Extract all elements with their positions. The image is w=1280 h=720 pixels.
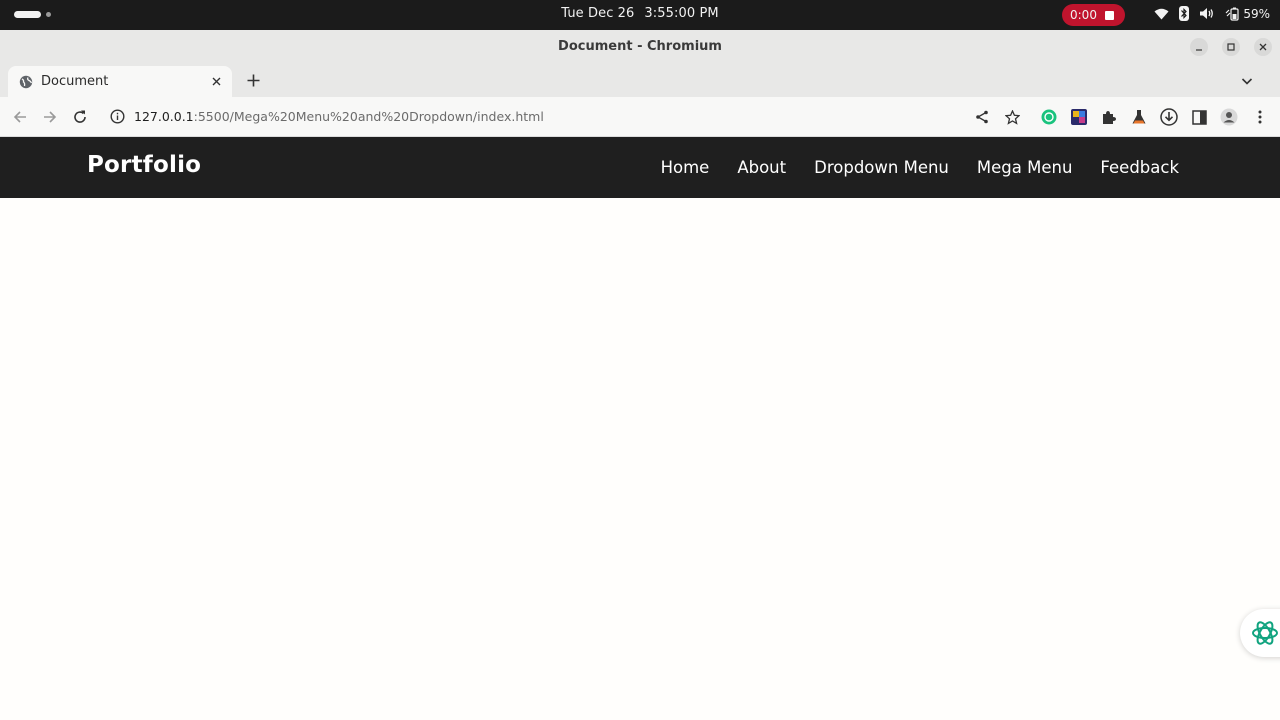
stop-recording-icon <box>1104 10 1114 20</box>
star-icon <box>1004 109 1020 125</box>
tab-title: Document <box>41 74 109 89</box>
floating-assistant-button[interactable] <box>1240 609 1280 657</box>
forward-button[interactable] <box>40 107 60 127</box>
browser-menu-button[interactable] <box>1250 107 1270 127</box>
color-extension-icon <box>1071 109 1087 125</box>
share-icon <box>976 110 988 124</box>
bookmark-button[interactable] <box>1002 107 1022 127</box>
battery-percentage: 59% <box>1243 6 1270 21</box>
side-panel-icon <box>1191 109 1207 125</box>
extension-colorful-button[interactable] <box>1069 107 1089 127</box>
window-title-bar[interactable]: Document - Chromium <box>0 30 1280 64</box>
profile-button[interactable] <box>1219 107 1239 127</box>
downloads-button[interactable] <box>1159 107 1179 127</box>
minimize-button[interactable] <box>1190 38 1208 56</box>
tab-document[interactable]: Document <box>8 66 232 97</box>
arrow-right-icon <box>44 111 57 123</box>
window-title: Document - Chromium <box>558 39 722 54</box>
extensions-button[interactable] <box>1099 107 1119 127</box>
site-logo-link[interactable]: Portfolio <box>87 152 201 178</box>
plus-icon <box>247 74 259 86</box>
system-top-bar: Tue Dec 26 3:55:00 PM 0:00 59% <box>0 0 1280 30</box>
extension-chatgpt-button[interactable] <box>1039 107 1059 127</box>
address-bar[interactable]: 127.0.0.1:5500/Mega%20Menu%20and%20Dropd… <box>100 102 1030 132</box>
url-text[interactable]: 127.0.0.1:5500/Mega%20Menu%20and%20Dropd… <box>134 109 544 124</box>
new-tab-button[interactable] <box>243 70 263 90</box>
avatar-icon <box>1220 108 1238 126</box>
side-panel-button[interactable] <box>1189 107 1209 127</box>
screen-recording-indicator[interactable]: 0:00 <box>1062 4 1125 26</box>
site-navbar: Portfolio Home About Dropdown Menu Mega … <box>0 137 1280 198</box>
flask-icon <box>1132 110 1146 124</box>
url-host: 127.0.0.1 <box>134 109 194 124</box>
puzzle-icon <box>1103 111 1116 124</box>
bluetooth-icon <box>1179 6 1190 21</box>
web-page: Portfolio Home About Dropdown Menu Mega … <box>0 137 1280 720</box>
tab-search-button[interactable] <box>1240 73 1254 87</box>
share-button[interactable] <box>972 107 992 127</box>
nav-link-about[interactable]: About <box>723 158 800 177</box>
kebab-menu-icon <box>1258 110 1262 124</box>
battery-status: 59% <box>1224 7 1270 21</box>
maximize-icon <box>1227 43 1235 51</box>
chevron-down-icon <box>1241 78 1253 85</box>
back-button[interactable] <box>10 107 30 127</box>
system-tray[interactable]: 59% <box>1154 6 1270 21</box>
nav-link-dropdown-menu[interactable]: Dropdown Menu <box>800 158 963 177</box>
minimize-icon <box>1196 49 1202 51</box>
clock-date: Tue Dec 26 <box>561 6 635 21</box>
tab-close-button[interactable] <box>208 73 224 89</box>
globe-icon <box>19 75 33 88</box>
nav-link-mega-menu[interactable]: Mega Menu <box>963 158 1087 177</box>
site-info-icon[interactable] <box>110 109 125 128</box>
reload-button[interactable] <box>70 107 90 127</box>
recording-time: 0:00 <box>1070 8 1097 22</box>
nav-link-feedback[interactable]: Feedback <box>1086 158 1192 177</box>
wifi-icon <box>1154 8 1169 20</box>
close-icon <box>212 77 220 85</box>
openai-logo-icon <box>1252 621 1278 645</box>
tab-strip: Document <box>0 64 1280 97</box>
battery-icon <box>1225 7 1239 21</box>
clock-time: 3:55:00 PM <box>644 6 719 21</box>
volume-icon <box>1199 7 1214 20</box>
nav-link-home[interactable]: Home <box>647 158 724 177</box>
reload-icon <box>74 110 86 123</box>
site-nav-links: Home About Dropdown Menu Mega Menu Feedb… <box>647 137 1192 198</box>
download-icon <box>1160 108 1178 126</box>
url-path: :5500/Mega%20Menu%20and%20Dropdown/index… <box>193 109 544 124</box>
extension-lab-button[interactable] <box>1129 107 1149 127</box>
browser-toolbar: 127.0.0.1:5500/Mega%20Menu%20and%20Dropd… <box>0 97 1280 137</box>
close-window-button[interactable] <box>1254 38 1272 56</box>
maximize-button[interactable] <box>1222 38 1240 56</box>
chatgpt-extension-icon <box>1041 109 1057 125</box>
close-icon <box>1259 43 1267 51</box>
arrow-left-icon <box>13 111 26 123</box>
